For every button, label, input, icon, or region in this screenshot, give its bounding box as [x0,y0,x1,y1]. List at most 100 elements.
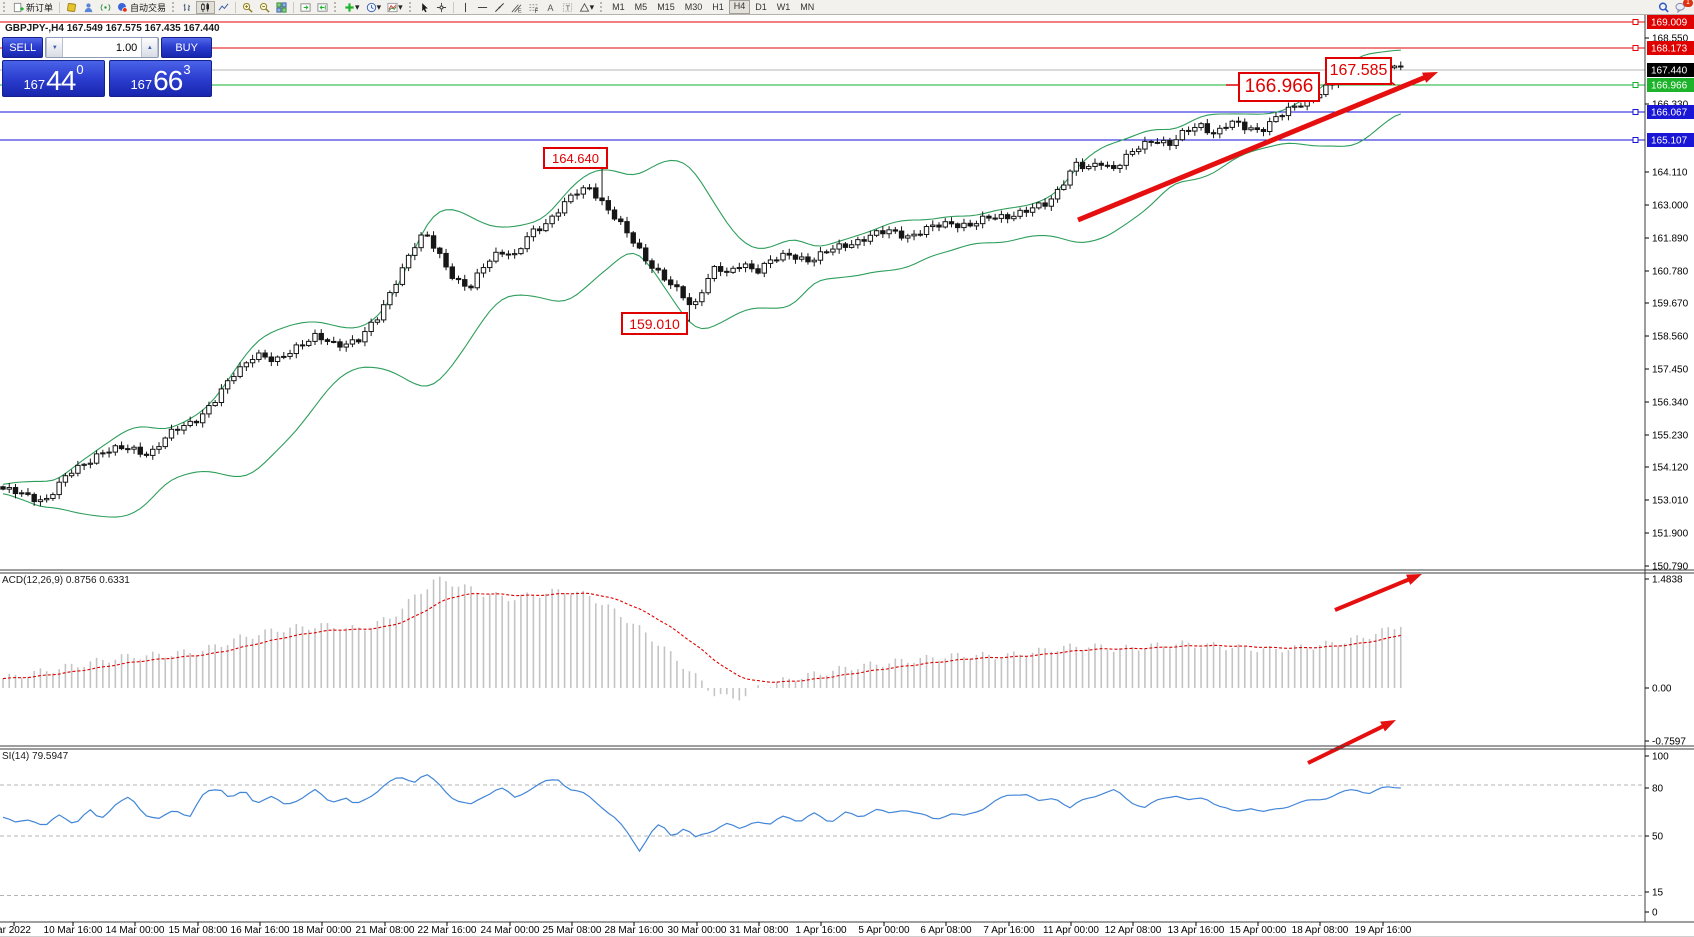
timeframe-button-h4[interactable]: H4 [729,0,751,14]
candle-body [282,356,286,357]
candle-body [1124,154,1128,165]
candlestick-chart-button[interactable] [196,1,215,14]
axis-tick-label: 150.790 [1652,562,1689,573]
equidistant-channel-button[interactable]: E [508,1,525,14]
zoom-in-button[interactable] [239,1,256,14]
buy-price-display[interactable]: 167 66 3 [109,60,212,97]
line-handle[interactable] [1633,20,1638,25]
volume-input[interactable] [63,38,141,57]
cursor-button[interactable] [416,1,433,14]
candle-body [956,224,960,228]
candle-body [693,302,697,305]
candle-body [831,249,835,252]
candle-body [157,447,161,450]
text-button[interactable]: A [542,1,559,14]
volume-increase-button[interactable]: ▲ [141,38,158,57]
timeframe-button-m5[interactable]: M5 [630,1,653,13]
timeframe-button-h1[interactable]: H1 [707,1,729,13]
crosshair-button[interactable] [433,1,450,14]
notifications-button[interactable]: 1 [1672,1,1689,14]
stamp-tool-button[interactable] [63,1,80,14]
line-handle[interactable] [1633,110,1638,115]
text-label-button[interactable]: T [559,1,576,14]
buy-button[interactable]: BUY [161,37,212,58]
line-handle[interactable] [1633,83,1638,88]
timeframe-button-m1[interactable]: M1 [607,1,630,13]
candle-body [450,267,454,278]
timeframe-button-m15[interactable]: M15 [652,1,680,13]
price-annotation[interactable]: 164.640 [543,147,608,169]
line-chart-button[interactable] [215,1,232,14]
profile-button[interactable] [80,1,97,14]
price-badge-label: 166.966 [1651,81,1688,92]
add-indicator-button[interactable]: ▾ [341,1,363,14]
candle-body [257,353,261,359]
time-axis-label: 15 Apr 00:00 [1230,925,1287,936]
signal-button[interactable] [97,1,114,14]
price-annotation[interactable]: 166.966 [1238,72,1320,102]
candle-body [475,273,479,288]
candle-body [818,252,822,260]
price-badge-label: 166.067 [1651,108,1688,119]
candle-body [425,235,429,236]
chart-shift-button[interactable] [314,1,331,14]
tile-windows-button[interactable] [273,1,290,14]
line-handle[interactable] [1633,46,1638,51]
price-annotation[interactable]: 167.585 [1325,57,1392,85]
plus-green-icon [344,2,355,13]
timeframe-button-w1[interactable]: W1 [772,1,796,13]
trend-arrow[interactable] [1335,579,1410,610]
candle-body [562,202,566,213]
candle-body [1249,128,1253,130]
new-order-button[interactable]: 新订单 [10,1,56,14]
sell-price-display[interactable]: 167 44 0 [2,60,105,97]
price-annotation[interactable]: 159.010 [621,312,688,335]
toolbar-right: 1 [1655,1,1694,14]
candle-body [1055,189,1059,198]
periods-button[interactable]: ▾ [363,1,385,14]
candle-body [294,345,298,354]
zoom-out-button[interactable] [256,1,273,14]
time-axis-label: 12 Apr 08:00 [1105,925,1162,936]
candle-body [718,267,722,272]
candle-body [999,215,1003,219]
candle-body [594,188,598,198]
candle-body [363,332,367,342]
candle-body [1005,215,1009,219]
textA-icon: A [545,2,556,13]
timeframe-button-d1[interactable]: D1 [750,1,772,13]
trend-arrow[interactable] [1308,726,1384,763]
candle-body [681,287,685,298]
candle-body [1155,142,1159,143]
axis-tick-label: 100 [1652,752,1669,763]
sell-button[interactable]: SELL [2,37,43,58]
time-axis-label: 22 Mar 16:00 [418,925,477,936]
candle-body [812,260,816,262]
timeframe-button-m30[interactable]: M30 [680,1,708,13]
bar-chart-button[interactable] [179,1,196,14]
chevron-down-icon: ▾ [355,2,360,13]
macd-layer [3,577,1401,701]
timeframe-button-mn[interactable]: MN [795,1,819,13]
candle-body [32,494,36,501]
candle-body [44,498,48,499]
volume-decrease-button[interactable]: ▼ [46,38,63,57]
price-badge-label: 168.173 [1651,44,1688,55]
search-button[interactable] [1655,1,1672,14]
candle-body [519,249,523,254]
trendline-button[interactable] [491,1,508,14]
trend-arrow-head [1422,72,1438,83]
shapes-button[interactable]: ▾ [576,1,598,14]
fibonacci-button[interactable]: F [525,1,542,14]
candle-body [13,488,17,494]
autoscroll-button[interactable] [297,1,314,14]
axis-tick-label: 158.560 [1652,332,1689,343]
vertical-line-button[interactable] [457,1,474,14]
autotrade-button[interactable]: 自动交易 [114,1,169,14]
candle-body [1043,203,1047,206]
horizontal-line-button[interactable] [474,1,491,14]
line-handle[interactable] [1633,138,1638,143]
templates-button[interactable]: ▾ [384,1,406,14]
axis-tick-label: 159.670 [1652,299,1689,310]
stamp-icon [66,2,77,13]
